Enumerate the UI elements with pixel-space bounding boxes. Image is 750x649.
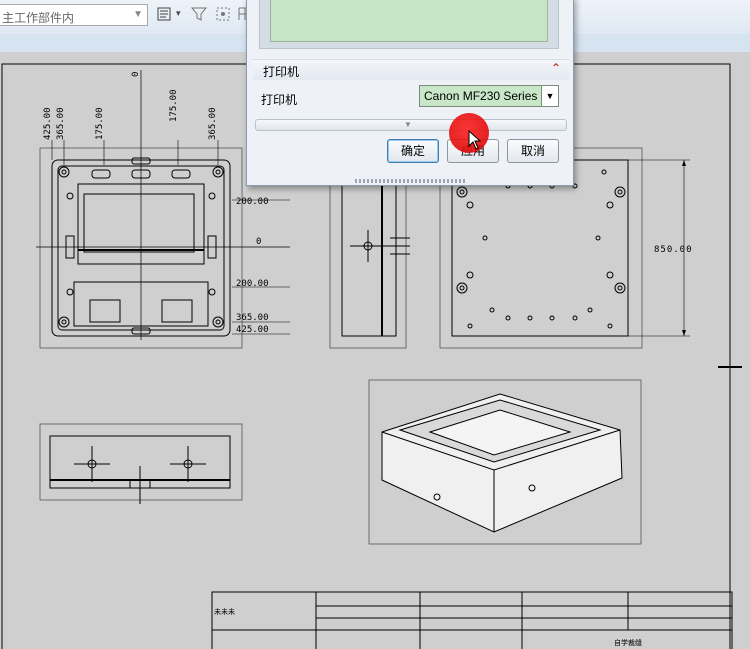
title-block	[211, 591, 733, 649]
isometric-view	[381, 393, 623, 533]
selection-scope-dropdown[interactable]: 主工作部件内 ▼	[0, 4, 148, 26]
print-preview-area	[259, 0, 559, 49]
chevron-down-icon: ▼	[404, 120, 412, 129]
title-block-cell: 未未未	[214, 607, 235, 616]
dim-top-365b: 365.00	[208, 107, 218, 140]
mouse-cursor-icon	[468, 130, 482, 150]
dim-top-425: 425.00	[43, 107, 53, 140]
printer-group-title: 打印机	[263, 65, 300, 79]
ok-button[interactable]: 确定	[387, 139, 439, 163]
dim-right-0: 0	[256, 237, 275, 247]
printer-select[interactable]: Canon MF230 Series ▼	[419, 85, 559, 107]
filter-icon[interactable]	[190, 5, 208, 23]
dim-850: 850.00	[654, 245, 693, 255]
print-preview-pane	[270, 0, 548, 42]
print-dialog: 打印机 ⌃ 打印机 Canon MF230 Series ▼ ▼ 确定 应用 取…	[246, 0, 574, 186]
dim-right-200b: 200.00	[236, 279, 269, 289]
selection-scope-value: 主工作部件内	[2, 11, 75, 25]
cancel-button[interactable]: 取消	[507, 139, 559, 163]
dim-right-365: 365.00	[236, 313, 269, 323]
printer-label: 打印机	[261, 93, 298, 107]
front-elevation-view	[49, 435, 231, 504]
dim-top-365a: 365.00	[56, 107, 66, 140]
chevron-down-icon: ▼	[133, 9, 143, 20]
dropdown-arrow-icon[interactable]: ▾	[176, 8, 181, 19]
expand-splitter[interactable]: ▼	[255, 119, 567, 131]
printer-group-header[interactable]: 打印机 ⌃	[253, 59, 569, 80]
filter-select-icon[interactable]	[156, 5, 174, 23]
bottom-view	[451, 159, 629, 337]
snap-icon[interactable]	[214, 5, 232, 23]
title-block-footer: 自学裁缝	[614, 638, 642, 647]
dim-right-425: 425.00	[236, 325, 269, 335]
dim-right-200a: 200.00	[236, 197, 269, 207]
double-chevron-up-icon[interactable]: ⌃	[551, 61, 561, 75]
dim-top-175b: 175.00	[169, 89, 179, 122]
dim-top-175a: 175.00	[95, 107, 105, 140]
dim-top-0: 0	[131, 72, 141, 77]
printer-select-value: Canon MF230 Series	[424, 89, 538, 103]
resize-grip[interactable]	[355, 179, 465, 183]
chevron-down-icon[interactable]: ▼	[541, 86, 558, 106]
side-view	[341, 177, 410, 337]
